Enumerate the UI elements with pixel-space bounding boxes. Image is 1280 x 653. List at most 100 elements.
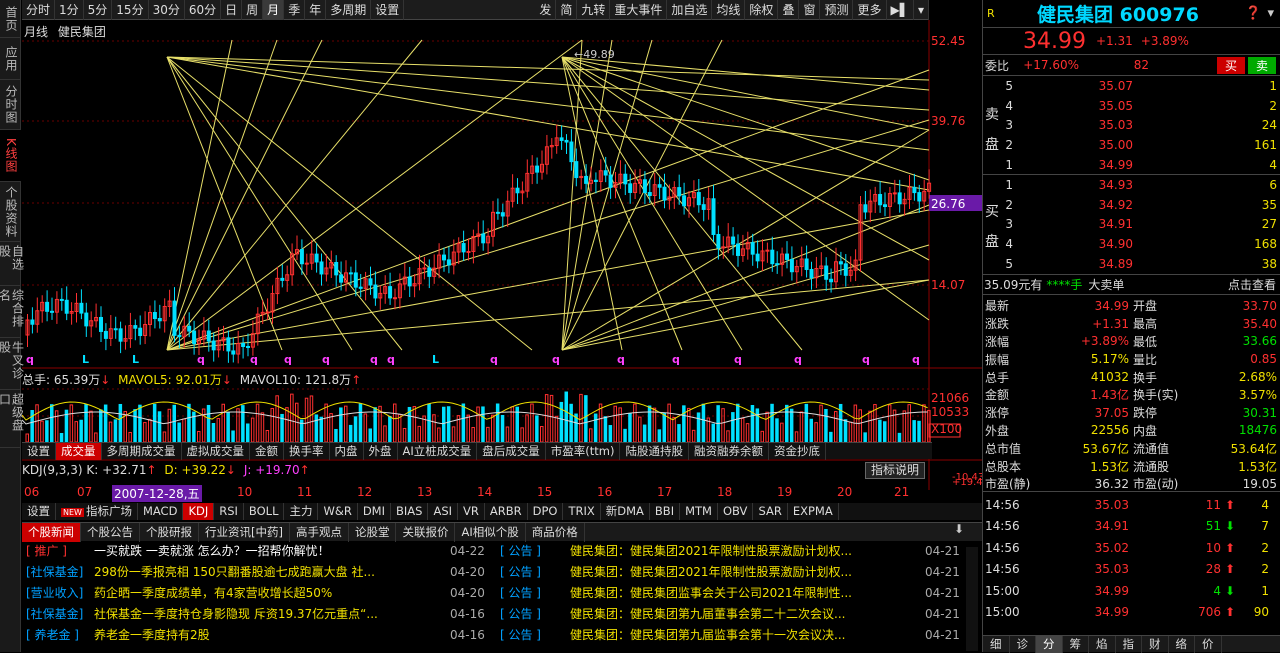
news-title[interactable]: 养老金一季度持有2股 [94, 625, 450, 646]
indicator-tab-18[interactable]: OBV [718, 503, 754, 520]
announce-title[interactable]: 健民集团：健民集团第九届监事会第十一次会议决... [570, 625, 925, 646]
indicator-tab-20[interactable]: EXPMA [788, 503, 839, 520]
period-tab-6[interactable]: 日 [221, 0, 243, 20]
news-tab-4[interactable]: 高手观点 [290, 522, 349, 542]
announce-title[interactable]: 健民集团：健民集团2021年限制性股票激励计划权... [570, 541, 925, 562]
toolbar-action-10[interactable]: 更多 [853, 0, 887, 20]
indicator-explain-button[interactable]: 指标说明 [865, 462, 925, 479]
indicator-tab-10[interactable]: ASI [428, 503, 459, 520]
toolbar-action-6[interactable]: 除权 [745, 0, 779, 20]
order-level[interactable]: 5 34.89 38 [983, 254, 1280, 274]
announce-title[interactable]: 健民集团：健民集团监事会关于公司2021年限制性... [570, 583, 925, 604]
sidebar-tab-2[interactable]: 分时图 [0, 80, 21, 130]
period-tab-12[interactable]: 设置 [371, 0, 405, 20]
news-tab-7[interactable]: AI相似个股 [455, 522, 526, 542]
sidebar-tab-0[interactable]: 首页 [0, 0, 21, 38]
order-level[interactable]: 1 34.93 6 [983, 175, 1280, 195]
order-level[interactable]: 3 34.91 27 [983, 215, 1280, 235]
order-level[interactable]: 1 34.99 4 [983, 155, 1280, 175]
quote-tab-5[interactable]: 指 [1116, 636, 1142, 653]
announce-title[interactable]: 健民集团：健民集团第九届董事会第二十二次会议... [570, 604, 925, 625]
indicator-tab-3[interactable]: KDJ [183, 503, 215, 520]
menu-icon[interactable]: ▾ [1267, 6, 1274, 21]
toolbar-action-1[interactable]: 简 [556, 0, 578, 20]
dropdown-icon[interactable]: ▾ [914, 0, 929, 20]
volume-tab-10[interactable]: 市盈率(ttm) [546, 442, 621, 460]
indicator-tab-6[interactable]: 主力 [284, 503, 319, 520]
volume-tab-2[interactable]: 多周期成交量 [102, 442, 182, 460]
sidebar-tab-7[interactable]: 牛叉诊股 [0, 338, 25, 390]
news-scrollbar[interactable] [966, 547, 978, 651]
period-tab-1[interactable]: 1分 [55, 0, 84, 20]
indicator-tab-4[interactable]: RSI [214, 503, 244, 520]
quote-tab-0[interactable]: 细 [983, 636, 1010, 653]
sidebar-tab-5[interactable]: 自选股 [0, 242, 25, 286]
volume-tab-6[interactable]: 内盘 [330, 442, 364, 460]
download-icon[interactable]: ⬇ [954, 522, 964, 536]
order-level[interactable]: 5 35.07 1 [983, 76, 1280, 96]
indicator-tab-17[interactable]: MTM [680, 503, 718, 520]
toolbar-action-4[interactable]: 加自选 [667, 0, 713, 20]
sidebar-tab-8[interactable]: 超级盘口 [0, 390, 25, 448]
sidebar-tab-3[interactable]: K线图 [0, 130, 21, 182]
toolbar-action-7[interactable]: 叠 [778, 0, 800, 20]
news-title[interactable]: 298份一季报亮相 150只翻番股逾七成跑赢大盘 社... [94, 562, 450, 583]
sidebar-tab-4[interactable]: 个股资料 [0, 182, 21, 242]
sidebar-tab-6[interactable]: 综合排名 [0, 286, 25, 338]
sell-button[interactable]: 卖 [1248, 56, 1276, 74]
volume-tab-3[interactable]: 虚拟成交量 [182, 442, 250, 460]
quote-tab-2[interactable]: 分 [1036, 636, 1063, 653]
period-tab-4[interactable]: 30分 [149, 0, 185, 20]
news-tab-3[interactable]: 行业资讯[中药] [199, 522, 290, 542]
indicator-tab-14[interactable]: TRIX [563, 503, 601, 520]
period-tab-3[interactable]: 15分 [112, 0, 149, 20]
volume-tab-4[interactable]: 金额 [250, 442, 284, 460]
period-tab-7[interactable]: 周 [242, 0, 264, 20]
toolbar-action-8[interactable]: 窗 [799, 0, 821, 20]
news-tab-6[interactable]: 关联报价 [396, 522, 456, 542]
quote-tab-6[interactable]: 财 [1142, 636, 1169, 653]
indicator-tab-2[interactable]: MACD [138, 503, 184, 520]
help-icon[interactable]: ❓ [1245, 6, 1261, 21]
news-tab-2[interactable]: 个股研报 [140, 522, 199, 542]
volume-tab-1[interactable]: 成交量 [56, 442, 102, 460]
news-tab-1[interactable]: 个股公告 [81, 522, 140, 542]
indicator-tab-16[interactable]: BBI [650, 503, 681, 520]
toolbar-action-2[interactable]: 九转 [577, 0, 611, 20]
period-tab-2[interactable]: 5分 [84, 0, 113, 20]
big-order-link[interactable]: 点击查看 [1228, 276, 1276, 293]
order-level[interactable]: 4 35.05 2 [983, 96, 1280, 116]
volume-tab-9[interactable]: 盘后成交量 [477, 442, 546, 460]
order-level[interactable]: 3 35.03 24 [983, 116, 1280, 136]
quote-tab-4[interactable]: 焰 [1089, 636, 1116, 653]
order-level[interactable]: 4 34.90 168 [983, 234, 1280, 254]
toolbar-action-9[interactable]: 预测 [820, 0, 854, 20]
volume-tab-13[interactable]: 资金抄底 [769, 442, 826, 460]
indicator-tab-5[interactable]: BOLL [244, 503, 285, 520]
volume-tab-5[interactable]: 换手率 [284, 442, 330, 460]
indicator-tab-15[interactable]: 新DMA [601, 503, 650, 520]
quote-tab-1[interactable]: 诊 [1010, 636, 1036, 653]
news-tab-5[interactable]: 论股堂 [349, 522, 397, 542]
volume-tab-0[interactable]: 设置 [22, 442, 56, 460]
period-tab-9[interactable]: 季 [284, 0, 306, 20]
indicator-tab-8[interactable]: DMI [358, 503, 391, 520]
news-title[interactable]: 社保基金一季度持仓身影隐现 斥资19.37亿元重点“... [94, 604, 450, 625]
order-level[interactable]: 2 34.92 35 [983, 195, 1280, 215]
indicator-tab-1[interactable]: NEW 指标广场 [56, 503, 138, 520]
period-tab-8[interactable]: 月 [263, 0, 285, 20]
order-level[interactable]: 2 35.00 161 [983, 135, 1280, 155]
collapse-icon[interactable]: ▶▌ [887, 0, 914, 20]
kline-chart[interactable]: 52.4539.7626.7614.0726.762106610533X100-… [22, 20, 982, 490]
quote-tab-8[interactable]: 价 [1195, 636, 1222, 653]
news-tab-0[interactable]: 个股新闻 [22, 522, 81, 542]
period-tab-0[interactable]: 分时 [22, 0, 56, 20]
quote-tab-7[interactable]: 络 [1169, 636, 1195, 653]
period-tab-11[interactable]: 多周期 [326, 0, 372, 20]
quote-tab-3[interactable]: 筹 [1063, 636, 1089, 653]
announce-title[interactable]: 健民集团：健民集团2021年限制性股票激励计划权... [570, 562, 925, 583]
indicator-tab-19[interactable]: SAR [753, 503, 788, 520]
indicator-tab-9[interactable]: BIAS [391, 503, 429, 520]
indicator-tab-0[interactable]: 设置 [22, 503, 56, 520]
period-tab-10[interactable]: 年 [305, 0, 327, 20]
